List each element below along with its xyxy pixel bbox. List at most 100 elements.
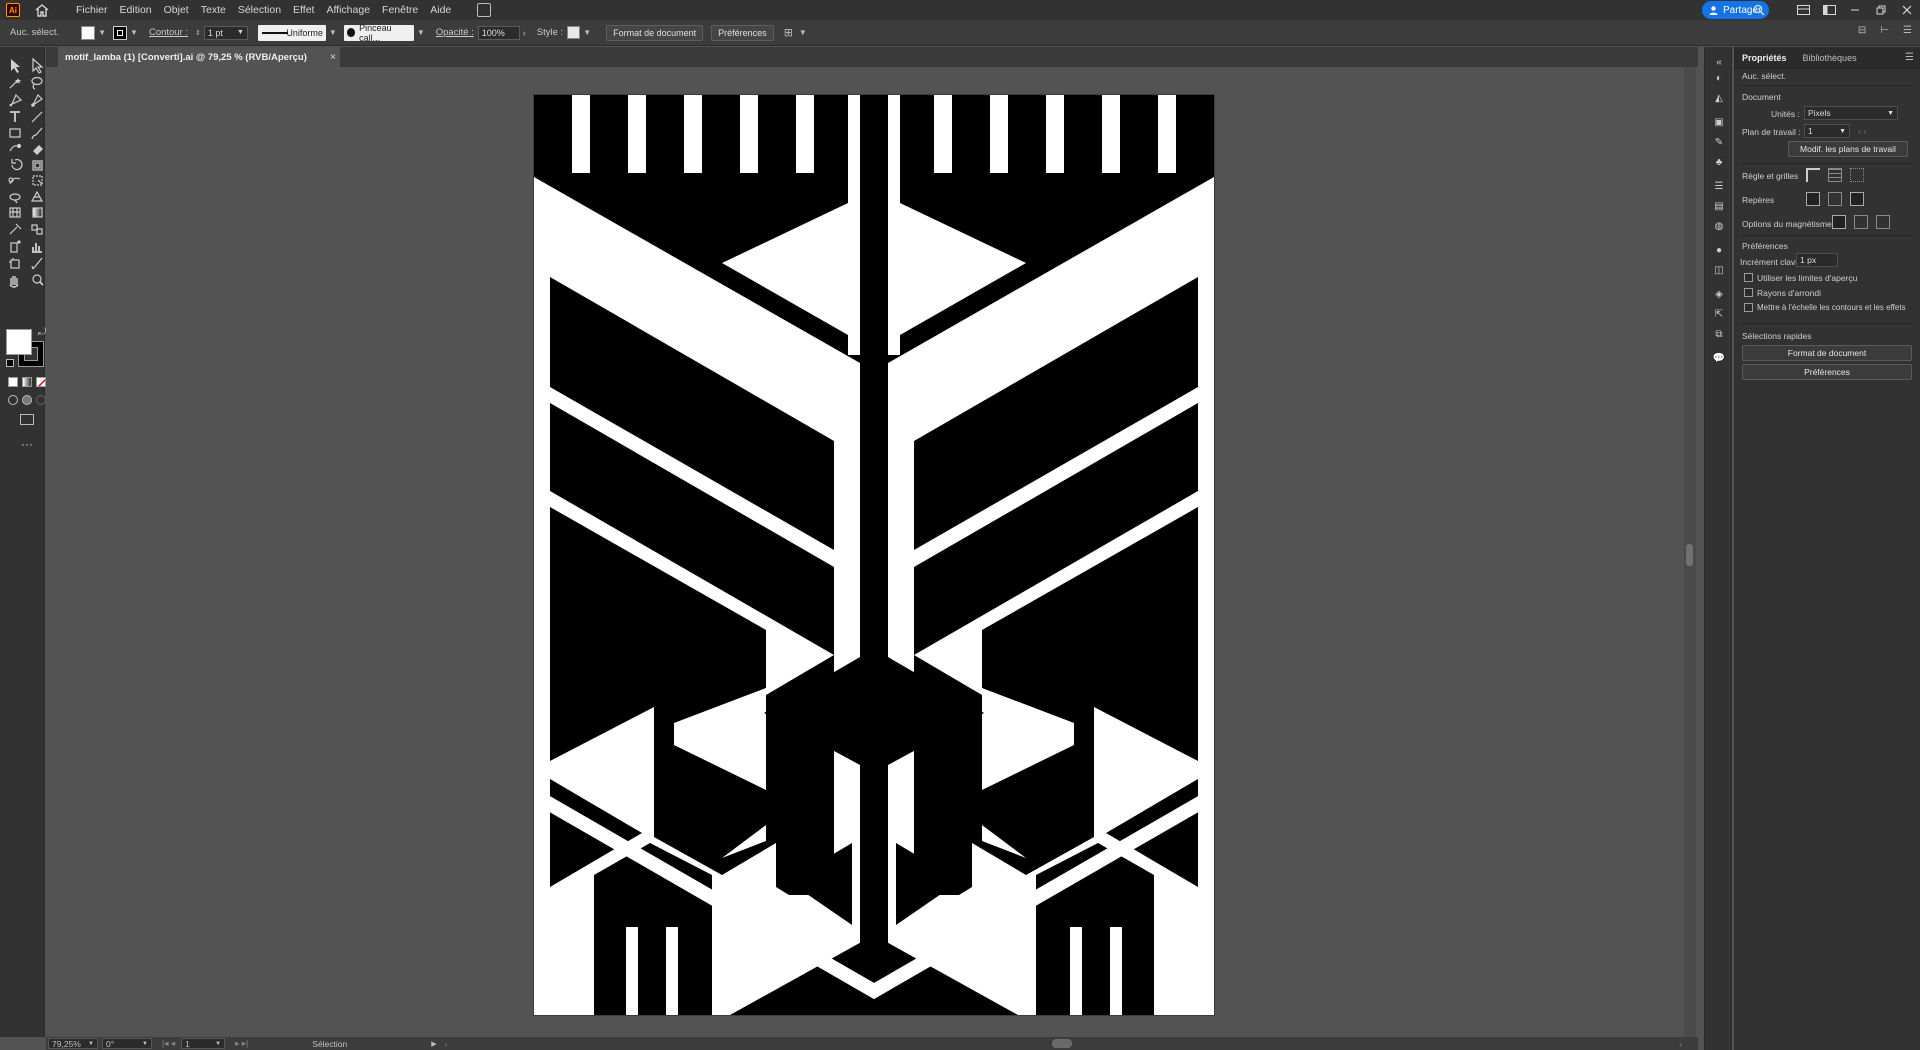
menu-objet[interactable]: Objet xyxy=(158,0,195,20)
stroke-profile-dropdown[interactable]: Uniforme xyxy=(257,24,326,41)
tab-properties[interactable]: Propriétés xyxy=(1734,53,1795,68)
artboard-nav-prev-icon[interactable]: |◂ ◂ xyxy=(162,1038,175,1049)
snap-to-point-icon[interactable] xyxy=(1832,215,1846,229)
fill-color-box[interactable] xyxy=(6,329,32,355)
guides-lock-icon[interactable] xyxy=(1828,192,1842,206)
stroke-weight-stepper-icon[interactable]: ⇕ xyxy=(195,29,201,37)
arrange-dropdown-icon[interactable]: ▼ xyxy=(799,28,807,37)
artboards-panel-icon[interactable]: ⧉ xyxy=(1712,327,1726,341)
image-trace-icon[interactable]: ▣ xyxy=(1712,115,1726,129)
pixel-grid-icon[interactable] xyxy=(1850,168,1864,182)
keyboard-increment-field[interactable]: 1 px xyxy=(1796,253,1838,267)
artboard-dropdown[interactable]: 1 ▼ xyxy=(1804,124,1850,138)
color-guide-icon[interactable]: ◐ xyxy=(1712,71,1726,85)
gradient-mode-icon[interactable] xyxy=(22,377,32,387)
contour-label[interactable]: Contour : xyxy=(149,27,188,38)
appearance-icon[interactable]: ● xyxy=(1712,243,1726,257)
gradient-panel-icon[interactable]: ▤ xyxy=(1712,199,1726,213)
align-icon[interactable]: ⊢ xyxy=(1880,25,1889,36)
preview-bounds-checkbox[interactable] xyxy=(1744,273,1753,282)
workspace-layout-icon[interactable] xyxy=(1790,0,1816,20)
artboard-number-field[interactable]: 1 ▼ xyxy=(181,1038,226,1049)
close-icon[interactable] xyxy=(1894,0,1920,20)
menu-effet[interactable]: Effet xyxy=(287,0,320,20)
stroke-swatch[interactable] xyxy=(113,25,128,40)
draw-behind-icon[interactable] xyxy=(22,395,32,405)
opacity-label[interactable]: Opacité : xyxy=(436,27,474,38)
tab-libraries[interactable]: Bibliothèques xyxy=(1795,53,1865,68)
none-mode-icon[interactable] xyxy=(36,377,46,387)
menu-aide[interactable]: Aide xyxy=(424,0,457,20)
canvas[interactable] xyxy=(46,67,1698,1037)
horizontal-scroll-thumb[interactable] xyxy=(1052,1039,1072,1048)
style-dropdown-icon[interactable]: ▼ xyxy=(583,28,591,37)
fill-swatch[interactable] xyxy=(81,25,96,40)
opacity-arrow-icon[interactable]: › xyxy=(523,28,526,38)
vertical-scroll-thumb[interactable] xyxy=(1686,544,1693,566)
brush-caret-icon[interactable]: ▼ xyxy=(417,28,425,37)
scroll-left-icon[interactable]: ‹ xyxy=(445,1039,448,1049)
libraries-icon[interactable]: ◭ xyxy=(1712,91,1726,105)
quick-preferences-button[interactable]: Préférences xyxy=(1742,364,1912,380)
document-format-button[interactable]: Format de document xyxy=(606,24,704,41)
panel-menu-icon[interactable]: ☰ xyxy=(1899,52,1920,68)
opacity-field[interactable]: 100% xyxy=(477,25,520,40)
default-colors-icon[interactable] xyxy=(6,359,14,367)
smart-guides-icon[interactable] xyxy=(1850,192,1864,206)
lamba-pattern-artwork[interactable] xyxy=(530,95,1218,1015)
units-dropdown[interactable]: Pixels ▼ xyxy=(1804,106,1898,120)
close-icon[interactable]: × xyxy=(330,52,336,63)
transform-icon[interactable]: ⊟ xyxy=(1858,25,1866,36)
preferences-button[interactable]: Préférences xyxy=(711,24,774,41)
snap-to-pixel-icon[interactable] xyxy=(1876,215,1890,229)
scroll-right-icon[interactable]: › xyxy=(1679,1039,1682,1049)
rotation-field[interactable]: 0° ▼ xyxy=(102,1038,152,1049)
menu-selection[interactable]: Sélection xyxy=(232,0,287,20)
menu-fenetre[interactable]: Fenêtre xyxy=(376,0,424,20)
menu-texte[interactable]: Texte xyxy=(195,0,232,20)
grid-icon[interactable] xyxy=(1828,168,1842,182)
layers-icon[interactable]: ◈ xyxy=(1712,287,1726,301)
color-mode-icon[interactable] xyxy=(8,377,18,387)
draw-normal-icon[interactable] xyxy=(8,395,18,405)
more-tools-icon[interactable]: ··· xyxy=(20,438,34,450)
transparency-icon[interactable]: ◍ xyxy=(1712,219,1726,233)
guides-show-icon[interactable] xyxy=(1806,192,1820,206)
collapse-panels-icon[interactable]: « xyxy=(1712,55,1726,69)
arrange-icon[interactable]: ⊞ xyxy=(784,26,793,39)
arrange-documents-icon[interactable] xyxy=(477,3,492,17)
control-bar-menu-icon[interactable]: ☰ xyxy=(1903,25,1912,36)
snap-to-grid-icon[interactable] xyxy=(1854,215,1868,229)
stroke-dropdown-icon[interactable]: ▼ xyxy=(130,28,138,37)
stroke-profile-caret-icon[interactable]: ▼ xyxy=(329,28,337,37)
draw-inside-icon[interactable] xyxy=(36,395,46,405)
graphic-styles-icon[interactable]: ◫ xyxy=(1712,263,1726,277)
stroke-panel-icon[interactable]: ☰ xyxy=(1712,179,1726,193)
zoom-field[interactable]: 79,25% ▼ xyxy=(48,1038,98,1049)
screen-mode-icon[interactable] xyxy=(20,414,34,425)
quick-document-format-button[interactable]: Format de document xyxy=(1742,345,1912,361)
menu-affichage[interactable]: Affichage xyxy=(320,0,376,20)
graphic-style-swatch[interactable] xyxy=(567,26,581,39)
scale-strokes-checkbox[interactable] xyxy=(1744,303,1753,312)
edit-artboards-button[interactable]: Modif. les plans de travail xyxy=(1788,141,1908,157)
panels-icon[interactable] xyxy=(1816,0,1842,20)
fill-dropdown-icon[interactable]: ▼ xyxy=(98,28,106,37)
restore-icon[interactable] xyxy=(1868,0,1894,20)
document-tab[interactable]: motif_lamba (1) [Converti].ai @ 79,25 % … xyxy=(58,47,340,67)
artboard-nav-next-icon[interactable]: ▸ ▸| xyxy=(235,1038,248,1049)
brushes-icon[interactable]: ✎ xyxy=(1712,135,1726,149)
export-assets-icon[interactable]: ⇱ xyxy=(1712,307,1726,321)
vertical-scrollbar[interactable] xyxy=(1684,67,1696,1037)
brush-dropdown[interactable]: Pinceau call... xyxy=(343,23,414,43)
symbols-icon[interactable]: ♣ xyxy=(1712,155,1726,169)
round-corners-checkbox[interactable] xyxy=(1744,288,1753,297)
artboard[interactable] xyxy=(530,95,1218,1015)
menu-edition[interactable]: Edition xyxy=(114,0,158,20)
menu-fichier[interactable]: Fichier xyxy=(70,0,114,20)
comments-icon[interactable]: 💬 xyxy=(1712,351,1726,365)
status-menu-arrow-icon[interactable]: ▶ xyxy=(431,1040,436,1048)
stroke-weight-field[interactable]: 1 pt ▼ xyxy=(203,25,248,40)
artboard-nav-icons[interactable]: ‹ › xyxy=(1858,126,1866,136)
search-icon[interactable] xyxy=(1746,0,1772,20)
